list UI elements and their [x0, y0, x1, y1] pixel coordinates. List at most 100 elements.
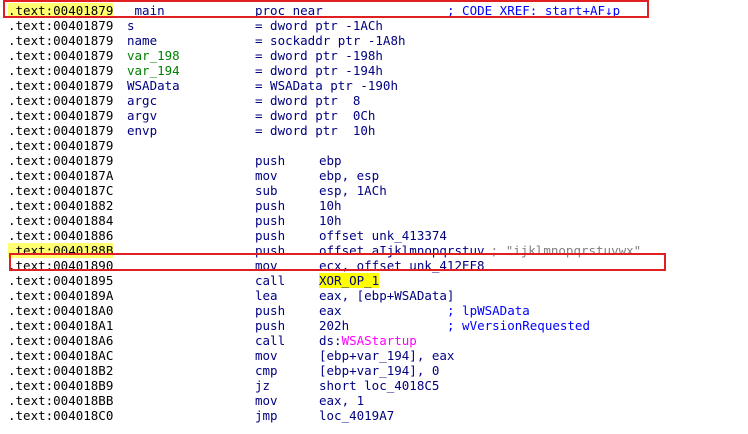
- row-mnemonic: lea: [255, 288, 278, 303]
- row-comment: ; "ijklmnopqrstuvwx": [490, 243, 642, 258]
- listing-row[interactable]: .text:004018A1 push 202h ; wVersionRequeste…: [0, 318, 748, 333]
- row-label[interactable]: argc: [127, 93, 157, 108]
- row-address: .text:004018AC: [8, 348, 114, 363]
- row-mnemonic: = dword ptr 0Ch: [255, 108, 376, 123]
- listing-row[interactable]: .text:004018A6 call ds:WSAStartup: [0, 333, 748, 348]
- row-address: .text:00401879: [8, 123, 114, 138]
- row-mnemonic: push: [255, 228, 286, 243]
- row-address: .text:00401879: [8, 3, 114, 18]
- row-operands[interactable]: eax: [319, 303, 342, 318]
- listing-row[interactable]: .text:00401886 push offset unk_413374: [0, 228, 748, 243]
- listing-row[interactable]: .text:00401879 var_194 = dword ptr -194h: [0, 63, 748, 78]
- row-label[interactable]: s: [127, 18, 135, 33]
- row-address: .text:004018C0: [8, 408, 114, 423]
- row-comment: ; lpWSAData: [447, 303, 530, 318]
- row-address: .text:00401879: [8, 138, 114, 153]
- row-mnemonic: = dword ptr -198h: [255, 48, 383, 63]
- row-operands[interactable]: ebp, esp: [319, 168, 379, 183]
- row-operands[interactable]: ds:WSAStartup: [319, 333, 417, 348]
- listing-row[interactable]: .text:004018AC mov [ebp+var_194], eax: [0, 348, 748, 363]
- listing-row[interactable]: .text:004018A0 push eax ; lpWSAData: [0, 303, 748, 318]
- row-operands[interactable]: offset unk_413374: [319, 228, 447, 243]
- row-mnemonic: push: [255, 243, 286, 258]
- row-operands[interactable]: short loc_4018C5: [319, 378, 439, 393]
- row-address: .text:004018A6: [8, 333, 114, 348]
- listing-row[interactable]: .text:00401882 push 10h: [0, 198, 748, 213]
- listing-row[interactable]: .text:00401879 envp = dword ptr 10h: [0, 123, 748, 138]
- row-operands[interactable]: [ebp+var_194], 0: [319, 363, 439, 378]
- listing-row[interactable]: .text:004018C0 jmp loc_4019A7: [0, 408, 748, 423]
- row-mnemonic: push: [255, 318, 286, 333]
- row-address: .text:0040188B: [8, 243, 114, 258]
- row-label[interactable]: WSAData: [127, 78, 180, 93]
- row-label[interactable]: name: [127, 33, 157, 48]
- row-operands[interactable]: 10h: [319, 213, 342, 228]
- row-operands[interactable]: eax, [ebp+WSAData]: [319, 288, 454, 303]
- listing-row[interactable]: .text:00401879: [0, 138, 748, 153]
- row-operands[interactable]: offset aIjklmnopqrstuv: [319, 243, 485, 258]
- listing-row[interactable]: .text:00401895 call XOR_OP_1: [0, 273, 748, 288]
- row-mnemonic: push: [255, 213, 286, 228]
- row-label[interactable]: envp: [127, 123, 157, 138]
- row-label[interactable]: var_194: [127, 63, 180, 78]
- row-mnemonic: cmp: [255, 363, 278, 378]
- disassembly-listing[interactable]: .text:00401879 _main proc near ; CODE XREF:…: [0, 0, 748, 434]
- listing-row[interactable]: .text:004018B9 jz short loc_4018C5: [0, 378, 748, 393]
- row-mnemonic: push: [255, 303, 286, 318]
- listing-row[interactable]: .text:00401879 _main proc near ; CODE XREF:…: [0, 3, 748, 18]
- row-operands[interactable]: XOR_OP_1: [319, 273, 380, 288]
- row-address: .text:00401886: [8, 228, 114, 243]
- row-mnemonic: = dword ptr -194h: [255, 63, 383, 78]
- row-operands[interactable]: 10h: [319, 198, 342, 213]
- row-address: .text:00401879: [8, 108, 114, 123]
- row-address: .text:00401879: [8, 153, 114, 168]
- row-address: .text:00401882: [8, 198, 114, 213]
- row-operands[interactable]: ebp: [319, 153, 342, 168]
- listing-row[interactable]: .text:00401879 WSAData = WSAData ptr -190h: [0, 78, 748, 93]
- row-operands[interactable]: 202h: [319, 318, 349, 333]
- listing-row[interactable]: .text:0040187A mov ebp, esp: [0, 168, 748, 183]
- listing-row[interactable]: .text:0040188B push offset aIjklmnopqrstuv…: [0, 243, 748, 258]
- row-mnemonic: = sockaddr ptr -1A8h: [255, 33, 406, 48]
- listing-row[interactable]: .text:00401879 argc = dword ptr 8: [0, 93, 748, 108]
- listing-row[interactable]: .text:00401879 push ebp: [0, 153, 748, 168]
- row-label[interactable]: argv: [127, 108, 157, 123]
- row-mnemonic: mov: [255, 348, 278, 363]
- listing-row[interactable]: .text:00401884 push 10h: [0, 213, 748, 228]
- listing-row[interactable]: .text:00401879 var_198 = dword ptr -198h: [0, 48, 748, 63]
- row-operands[interactable]: eax, 1: [319, 393, 364, 408]
- row-comment: ; wVersionRequested: [447, 318, 590, 333]
- listing-row[interactable]: .text:004018B2 cmp [ebp+var_194], 0: [0, 363, 748, 378]
- row-address: .text:00401890: [8, 258, 114, 273]
- row-operands[interactable]: loc_4019A7: [319, 408, 394, 423]
- row-mnemonic: mov: [255, 168, 278, 183]
- row-address: .text:00401879: [8, 93, 114, 108]
- row-mnemonic: = WSAData ptr -190h: [255, 78, 398, 93]
- row-label[interactable]: var_198: [127, 48, 180, 63]
- row-address: .text:0040187C: [8, 183, 114, 198]
- row-label[interactable]: _main: [127, 3, 165, 18]
- listing-row[interactable]: .text:00401890 mov ecx, offset unk_412EF8: [0, 258, 748, 273]
- row-mnemonic: jz: [255, 378, 271, 393]
- row-mnemonic: proc near: [255, 3, 323, 18]
- listing-row[interactable]: .text:00401879 name = sockaddr ptr -1A8h: [0, 33, 748, 48]
- row-operands[interactable]: [ebp+var_194], eax: [319, 348, 454, 363]
- row-address: .text:004018B9: [8, 378, 114, 393]
- row-address: .text:00401884: [8, 213, 114, 228]
- row-address: .text:0040187A: [8, 168, 114, 183]
- listing-row[interactable]: .text:0040187C sub esp, 1ACh: [0, 183, 748, 198]
- row-address: .text:004018A0: [8, 303, 114, 318]
- listing-row[interactable]: .text:00401879 s = dword ptr -1ACh: [0, 18, 748, 33]
- listing-row[interactable]: .text:0040189A lea eax, [ebp+WSAData]: [0, 288, 748, 303]
- row-mnemonic: call: [255, 273, 286, 288]
- listing-row[interactable]: .text:00401879 argv = dword ptr 0Ch: [0, 108, 748, 123]
- row-mnemonic: mov: [255, 258, 278, 273]
- row-address: .text:004018B2: [8, 363, 114, 378]
- row-operands[interactable]: ecx, offset unk_412EF8: [319, 258, 485, 273]
- row-address: .text:00401879: [8, 63, 114, 78]
- row-address: .text:00401895: [8, 273, 114, 288]
- listing-row[interactable]: .text:004018BB mov eax, 1: [0, 393, 748, 408]
- row-comment: ; CODE XREF: start+AF↓p: [447, 3, 621, 18]
- row-address: .text:00401879: [8, 33, 114, 48]
- row-operands[interactable]: esp, 1ACh: [319, 183, 387, 198]
